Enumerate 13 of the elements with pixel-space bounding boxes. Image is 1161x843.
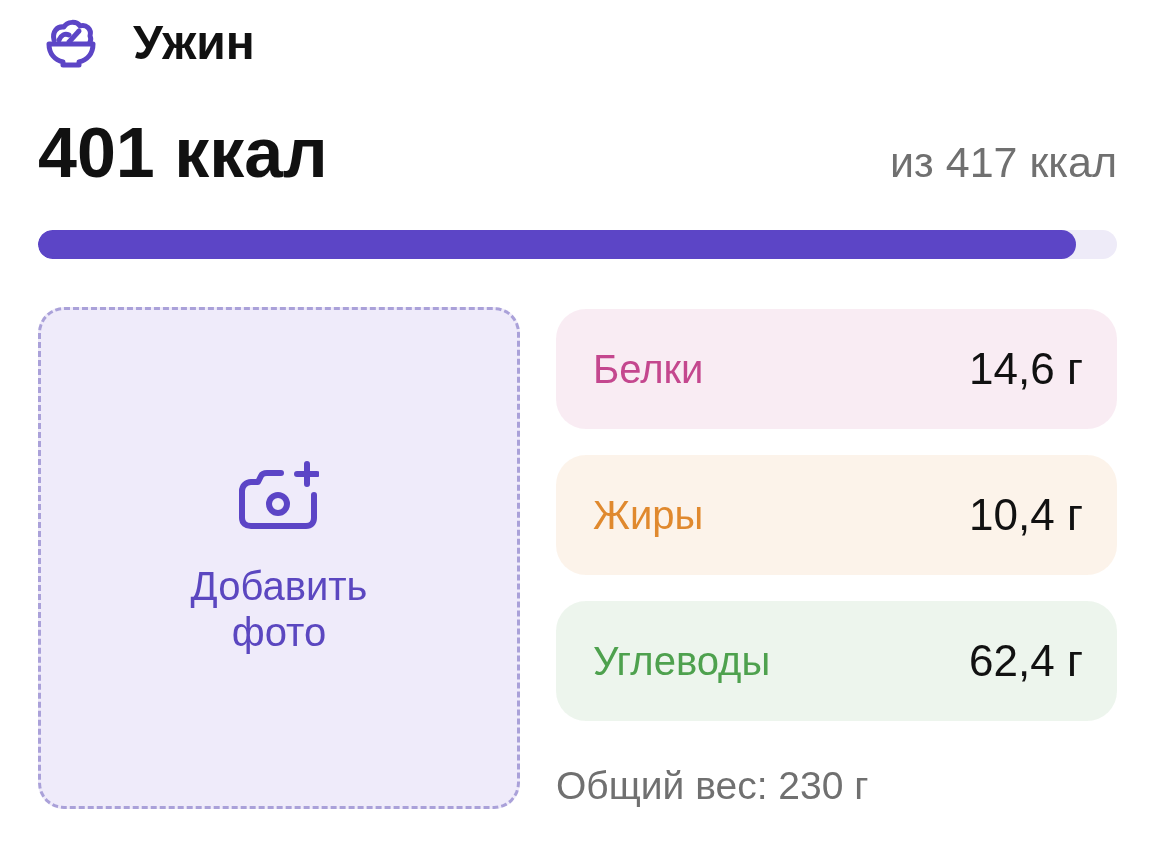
macro-name: Углеводы bbox=[593, 641, 771, 681]
camera-plus-icon bbox=[239, 461, 319, 529]
macro-name: Белки bbox=[593, 349, 704, 389]
calories-eaten: 401 ккал bbox=[38, 118, 328, 188]
calories-goal: из 417 ккал bbox=[890, 141, 1117, 184]
macro-name: Жиры bbox=[593, 495, 704, 535]
meal-title: Ужин bbox=[133, 19, 255, 67]
total-weight: Общий вес: 230 г bbox=[556, 766, 870, 805]
macro-value: 62,4 г bbox=[969, 639, 1083, 683]
macro-value: 10,4 г bbox=[969, 493, 1083, 537]
macro-value: 14,6 г bbox=[969, 347, 1083, 391]
salad-bowl-icon bbox=[45, 18, 97, 68]
add-photo-button[interactable]: Добавить фото bbox=[38, 307, 520, 809]
